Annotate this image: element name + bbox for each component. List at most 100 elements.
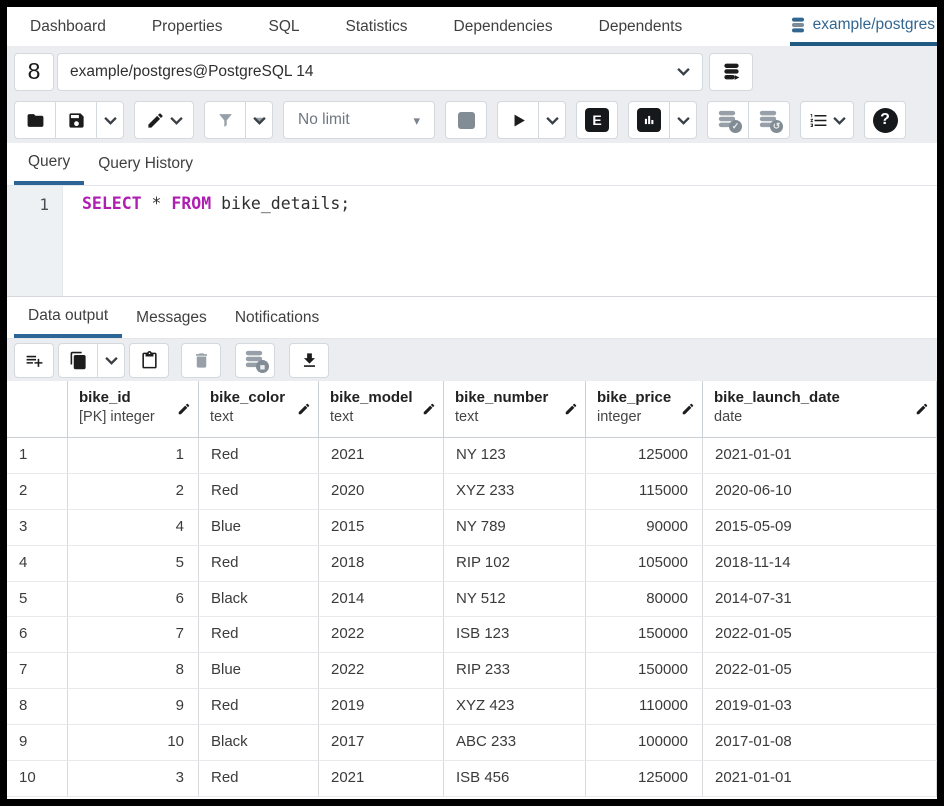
filter-options-dropdown[interactable]: [245, 101, 273, 139]
table-cell[interactable]: 2014: [319, 582, 444, 617]
new-connection-button[interactable]: [709, 53, 753, 91]
tab-notifications[interactable]: Notifications: [221, 297, 333, 338]
filter-button[interactable]: [204, 101, 246, 139]
tab-sql[interactable]: SQL: [268, 7, 299, 46]
table-cell[interactable]: Blue: [199, 510, 319, 545]
tab-statistics[interactable]: Statistics: [346, 7, 408, 46]
download-csv-button[interactable]: [289, 343, 329, 378]
table-cell[interactable]: XYZ 233: [444, 474, 586, 509]
table-cell[interactable]: Blue: [199, 653, 319, 688]
table-cell[interactable]: 2022: [319, 653, 444, 688]
tab-data-output[interactable]: Data output: [14, 297, 122, 338]
row-number-cell[interactable]: 9: [7, 725, 68, 760]
table-cell[interactable]: Black: [199, 582, 319, 617]
table-cell[interactable]: 2021: [319, 761, 444, 796]
table-cell[interactable]: Red: [199, 438, 319, 473]
table-cell[interactable]: 2017: [319, 725, 444, 760]
tab-properties[interactable]: Properties: [152, 7, 223, 46]
table-cell[interactable]: 2022: [319, 617, 444, 652]
table-cell[interactable]: 2014-07-31: [703, 582, 937, 617]
row-number-cell[interactable]: 8: [7, 689, 68, 724]
column-header-bike_model[interactable]: bike_modeltext: [319, 381, 444, 437]
table-cell[interactable]: 2: [68, 474, 199, 509]
table-cell[interactable]: 110000: [586, 689, 703, 724]
table-cell[interactable]: 8: [68, 653, 199, 688]
row-number-cell[interactable]: 1: [7, 438, 68, 473]
table-cell[interactable]: 100000: [586, 725, 703, 760]
macros-dropdown[interactable]: [800, 101, 854, 139]
connection-select[interactable]: example/postgres@PostgreSQL 14: [57, 53, 703, 91]
table-cell[interactable]: 2020: [319, 474, 444, 509]
row-number-cell[interactable]: 2: [7, 474, 68, 509]
tab-messages[interactable]: Messages: [122, 297, 221, 338]
tab-dashboard[interactable]: Dashboard: [30, 7, 106, 46]
table-cell[interactable]: 2015: [319, 510, 444, 545]
table-cell[interactable]: 2022-01-05: [703, 617, 937, 652]
table-cell[interactable]: 2021-01-01: [703, 761, 937, 796]
table-cell[interactable]: 5: [68, 546, 199, 581]
table-cell[interactable]: 9: [68, 689, 199, 724]
table-cell[interactable]: 4: [68, 510, 199, 545]
table-cell[interactable]: RIP 233: [444, 653, 586, 688]
table-cell[interactable]: 2018: [319, 546, 444, 581]
table-cell[interactable]: 125000: [586, 761, 703, 796]
row-limit-select[interactable]: No limit ▾: [283, 101, 435, 139]
table-cell[interactable]: 2019-01-03: [703, 689, 937, 724]
row-number-cell[interactable]: 7: [7, 653, 68, 688]
table-cell[interactable]: Red: [199, 617, 319, 652]
table-cell[interactable]: 2021-01-01: [703, 438, 937, 473]
add-row-button[interactable]: [14, 343, 54, 378]
explain-options-dropdown[interactable]: [669, 101, 697, 139]
table-cell[interactable]: Red: [199, 689, 319, 724]
table-cell[interactable]: ISB 123: [444, 617, 586, 652]
table-cell[interactable]: ISB 456: [444, 761, 586, 796]
table-cell[interactable]: 2020-06-10: [703, 474, 937, 509]
save-options-dropdown[interactable]: [96, 101, 124, 139]
column-header-bike_id[interactable]: bike_id[PK] integer: [68, 381, 199, 437]
tab-dependencies[interactable]: Dependencies: [454, 7, 553, 46]
table-cell[interactable]: Red: [199, 546, 319, 581]
table-cell[interactable]: Black: [199, 725, 319, 760]
explain-button[interactable]: E: [576, 101, 618, 139]
table-cell[interactable]: 115000: [586, 474, 703, 509]
tab-query-history[interactable]: Query History: [84, 143, 207, 185]
table-cell[interactable]: 150000: [586, 653, 703, 688]
row-number-cell[interactable]: 10: [7, 761, 68, 796]
explain-analyze-button[interactable]: [628, 101, 670, 139]
table-cell[interactable]: 3: [68, 761, 199, 796]
row-number-cell[interactable]: 6: [7, 617, 68, 652]
table-cell[interactable]: Red: [199, 474, 319, 509]
table-cell[interactable]: Red: [199, 761, 319, 796]
table-cell[interactable]: RIP 102: [444, 546, 586, 581]
table-cell[interactable]: NY 123: [444, 438, 586, 473]
table-cell[interactable]: 125000: [586, 438, 703, 473]
sql-editor[interactable]: 1 SELECT * FROM bike_details;: [7, 186, 937, 296]
table-cell[interactable]: NY 789: [444, 510, 586, 545]
tab-query-tool-active[interactable]: example/postgres: [790, 7, 937, 46]
table-cell[interactable]: 10: [68, 725, 199, 760]
table-cell[interactable]: NY 512: [444, 582, 586, 617]
help-button[interactable]: ?: [864, 101, 906, 139]
table-cell[interactable]: 6: [68, 582, 199, 617]
table-cell[interactable]: 1: [68, 438, 199, 473]
execute-query-button[interactable]: [497, 101, 539, 139]
select-all-cell[interactable]: [7, 381, 68, 437]
table-cell[interactable]: 2019: [319, 689, 444, 724]
save-file-button[interactable]: [55, 101, 97, 139]
table-cell[interactable]: 2022-01-05: [703, 653, 937, 688]
tab-query[interactable]: Query: [14, 143, 84, 185]
column-header-bike_color[interactable]: bike_colortext: [199, 381, 319, 437]
table-cell[interactable]: 80000: [586, 582, 703, 617]
column-header-bike_launch_date[interactable]: bike_launch_datedate: [703, 381, 937, 437]
table-cell[interactable]: 150000: [586, 617, 703, 652]
table-cell[interactable]: 7: [68, 617, 199, 652]
tab-dependents[interactable]: Dependents: [599, 7, 683, 46]
edit-dropdown[interactable]: [134, 101, 194, 139]
table-cell[interactable]: 2017-01-08: [703, 725, 937, 760]
table-cell[interactable]: XYZ 423: [444, 689, 586, 724]
table-cell[interactable]: 2018-11-14: [703, 546, 937, 581]
copy-button[interactable]: [58, 343, 98, 378]
table-cell[interactable]: ABC 233: [444, 725, 586, 760]
column-header-bike_number[interactable]: bike_numbertext: [444, 381, 586, 437]
row-number-cell[interactable]: 3: [7, 510, 68, 545]
